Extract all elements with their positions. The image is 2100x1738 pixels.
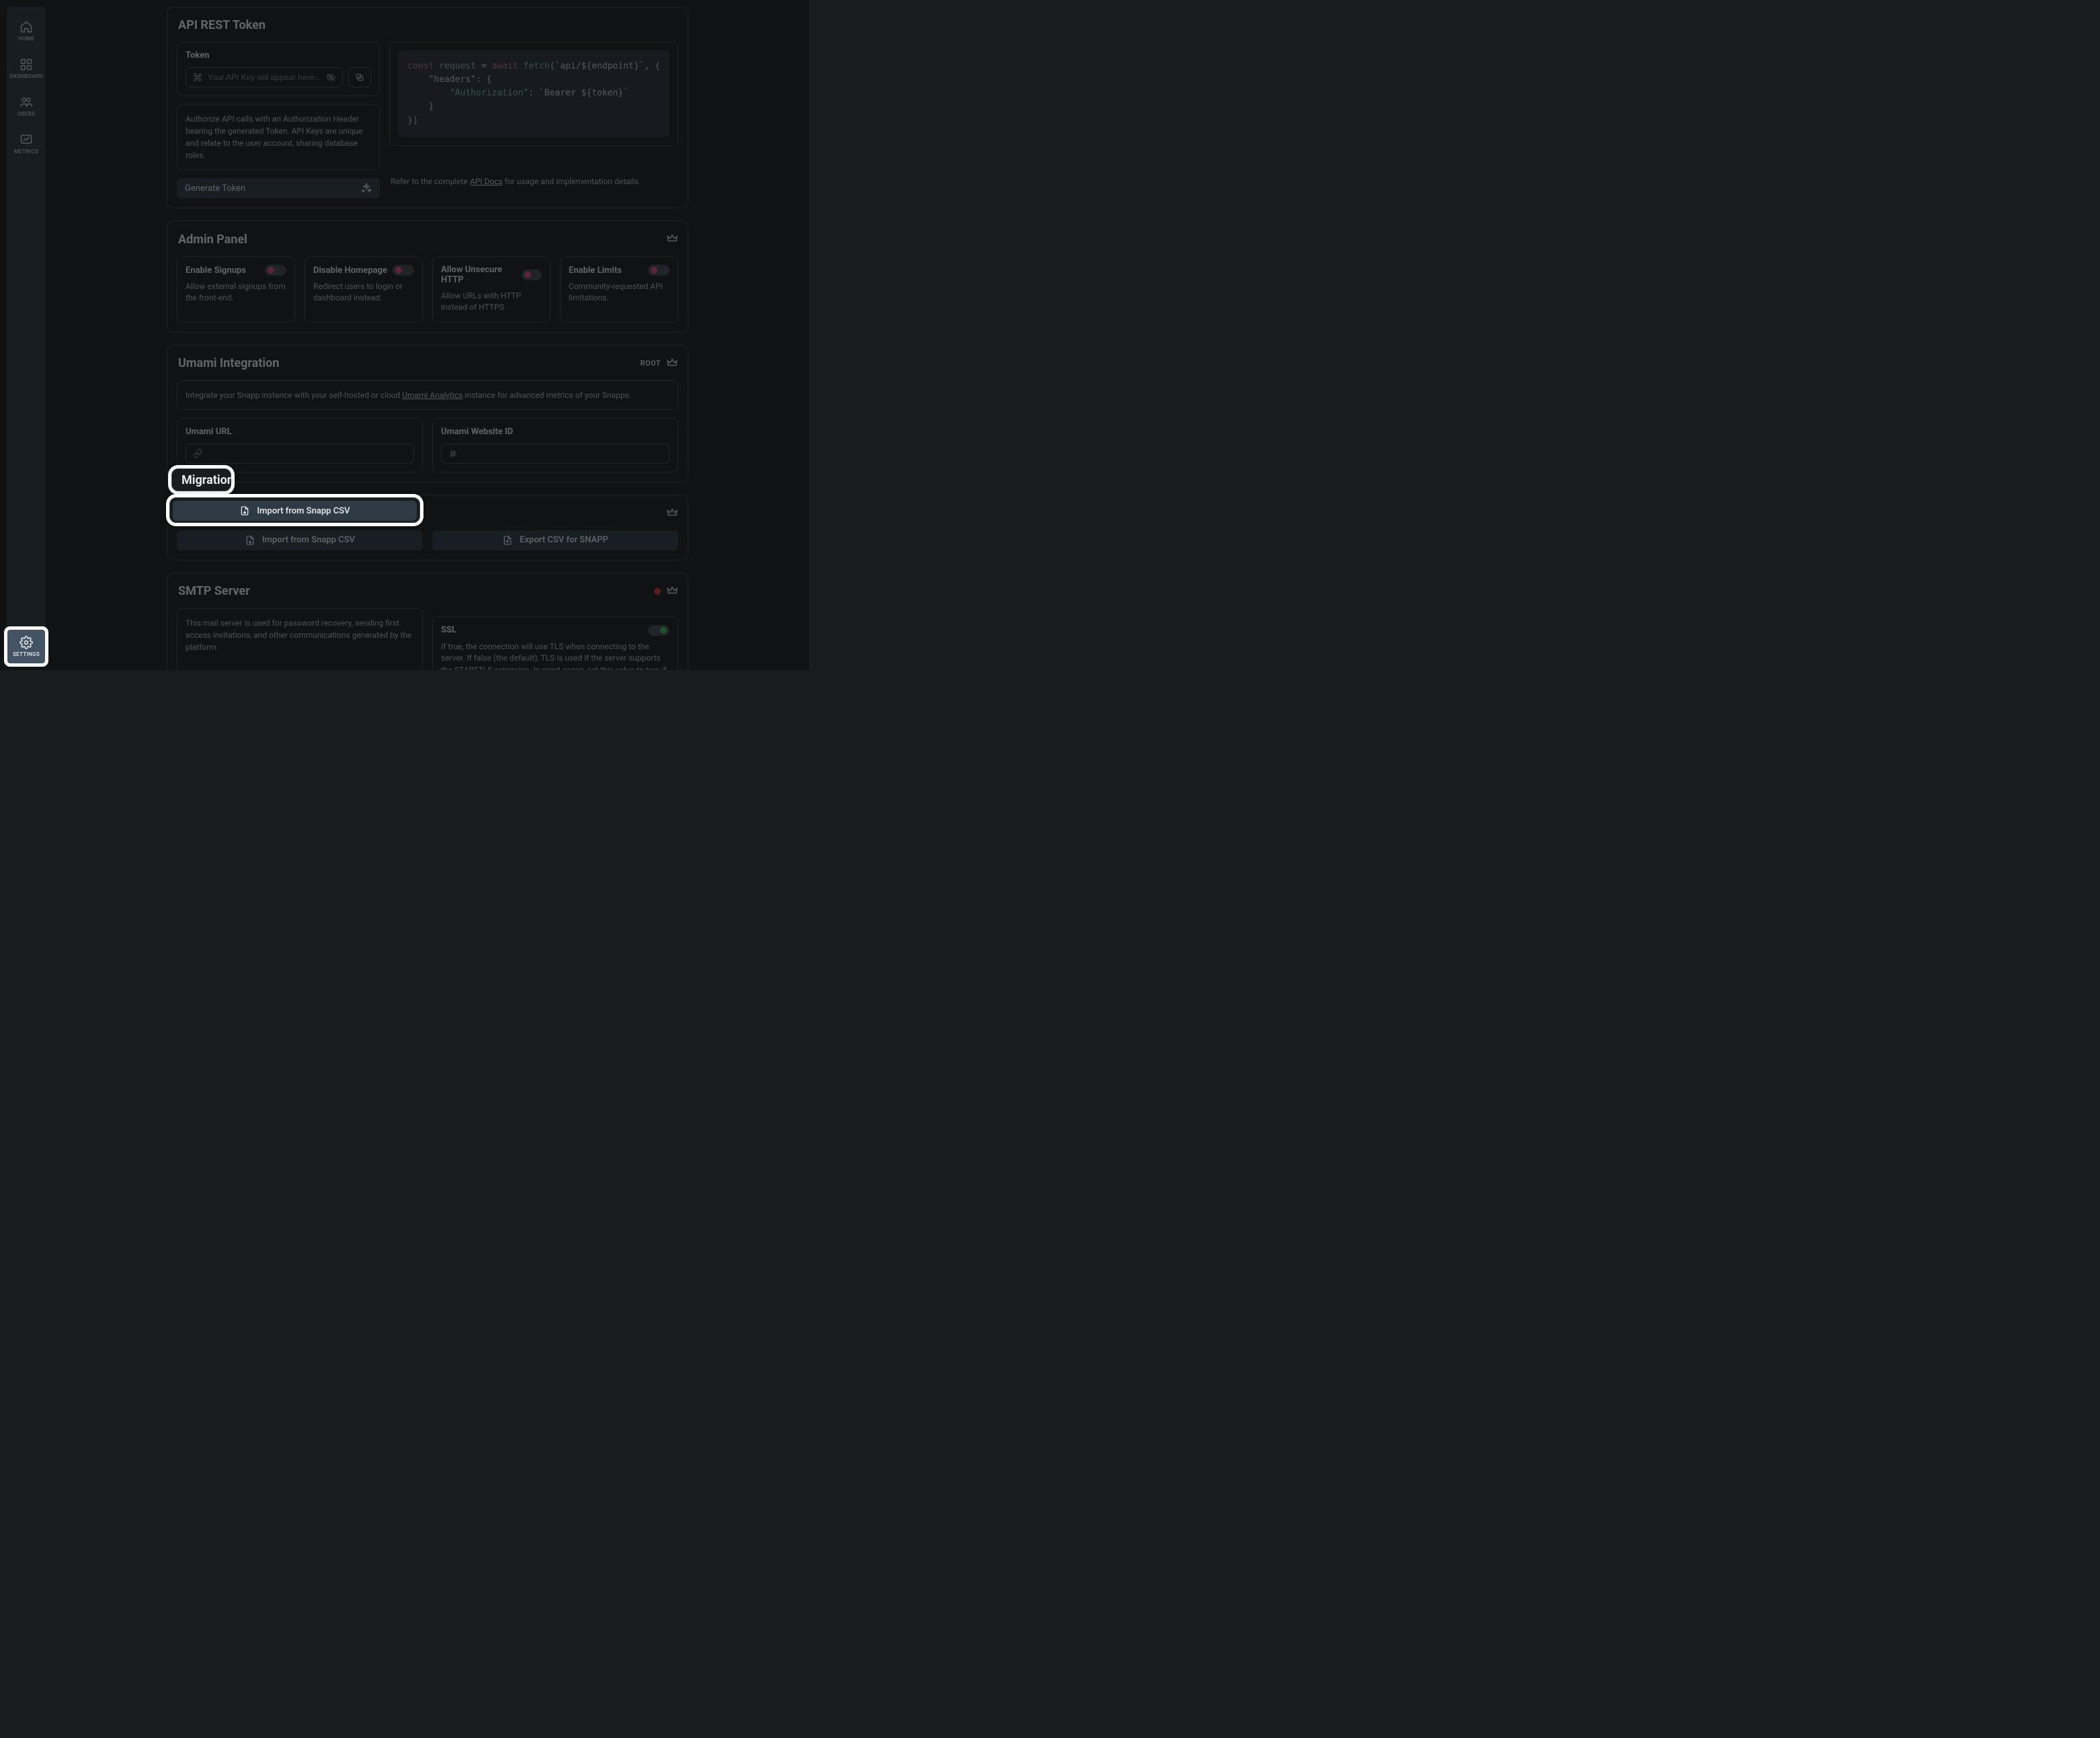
nav-dashboard-label: DASHBOARD <box>9 73 43 79</box>
highlight-migration-title: Migration <box>171 468 231 491</box>
token-input[interactable] <box>208 73 321 82</box>
code-block: const request = await fetch(`api/${endpo… <box>398 50 670 137</box>
toggle-disable-homepage-switch[interactable] <box>393 265 414 276</box>
highlight-import-button: Import from Snapp CSV <box>169 497 420 523</box>
api-panel-title: API REST Token <box>177 18 266 32</box>
admin-title: Admin Panel <box>177 233 247 247</box>
ssl-label: SSL <box>441 625 456 635</box>
import-csv-button-under[interactable]: Import from Snapp CSV <box>177 530 423 550</box>
token-desc-card: Authorize API calls with an Authorizatio… <box>177 104 380 170</box>
generate-token-label: Generate Token <box>185 183 245 194</box>
copy-icon <box>355 73 364 82</box>
nav-dashboard[interactable]: DASHBOARD <box>7 50 46 87</box>
ssl-desc: If true, the connection will use TLS whe… <box>441 641 670 670</box>
export-csv-button[interactable]: Export CSV for SNAPP <box>432 530 678 550</box>
umami-analytics-link[interactable]: Umami Analytics <box>402 390 462 400</box>
umami-url-card: Umami URL <box>177 418 423 472</box>
umami-url-input-wrapper <box>186 444 414 464</box>
copy-token-button[interactable] <box>348 67 371 87</box>
code-sample-card: const request = await fetch(`api/${endpo… <box>389 42 678 146</box>
users-icon <box>19 95 33 109</box>
umami-url-label: Umami URL <box>186 427 414 437</box>
toggle-enable-signups: Enable Signups Allow external signups fr… <box>177 256 295 323</box>
token-desc: Authorize API calls with an Authorizatio… <box>186 113 371 161</box>
umami-title: Umami Integration <box>177 356 279 370</box>
command-icon <box>193 73 202 82</box>
crown-icon <box>666 584 678 599</box>
umami-id-input[interactable] <box>463 449 662 458</box>
main-content: API REST Token Token <box>52 0 803 670</box>
grid-icon <box>19 58 33 71</box>
umami-url-input[interactable] <box>208 449 407 458</box>
umami-id-input-wrapper <box>441 444 670 464</box>
crown-icon <box>666 232 678 247</box>
nav-users-label: USERS <box>17 111 35 117</box>
panel-api-token: API REST Token Token <box>167 7 688 208</box>
root-tag: ROOT <box>640 359 661 368</box>
ssl-toggle[interactable] <box>648 625 670 636</box>
nav-metrics[interactable]: METRICS <box>7 125 46 163</box>
smtp-status-dot <box>654 588 661 595</box>
toggle-enable-signups-switch[interactable] <box>265 265 286 276</box>
toggle-disable-homepage: Disable Homepage Redirect users to login… <box>305 256 423 323</box>
umami-id-label: Umami Website ID <box>441 427 670 437</box>
eye-off-icon[interactable] <box>326 73 335 82</box>
toggle-enable-limits: Enable Limits Community-requested API li… <box>560 256 678 323</box>
panel-umami: Umami Integration ROOT Integrate your Sn… <box>167 345 688 483</box>
csv-import-icon <box>245 535 255 546</box>
panel-smtp: SMTP Server This mail server is used for… <box>167 573 688 670</box>
token-field-card: Token <box>177 42 380 96</box>
api-docs-line: Refer to the complete API Docs for usage… <box>389 175 678 188</box>
home-icon <box>19 20 33 34</box>
generate-token-button[interactable]: Generate Token <box>177 178 380 198</box>
import-csv-button[interactable]: Import from Snapp CSV <box>173 501 417 521</box>
gear-icon <box>19 636 33 649</box>
nav-metrics-label: METRICS <box>14 149 38 155</box>
smtp-ssl-card: SSL If true, the connection will use TLS… <box>432 616 678 670</box>
nav-home[interactable]: HOME <box>7 12 46 50</box>
nav-home-label: HOME <box>18 36 34 42</box>
api-docs-link[interactable]: API Docs <box>470 177 503 186</box>
umami-desc: Integrate your Snapp instance with your … <box>186 389 670 401</box>
toggle-enable-limits-switch[interactable] <box>648 265 670 276</box>
csv-export-icon <box>502 535 513 546</box>
crown-icon <box>666 356 678 371</box>
toggle-allow-http: Allow Unsecure HTTP Allow URLs with HTTP… <box>432 256 551 323</box>
toggle-allow-http-switch[interactable] <box>522 270 542 280</box>
crown-icon <box>666 506 678 521</box>
nav-users[interactable]: USERS <box>7 87 46 125</box>
smtp-desc-card: This mail server is used for password re… <box>177 608 423 670</box>
metrics-icon <box>19 133 33 147</box>
smtp-title: SMTP Server <box>177 584 250 598</box>
sparkle-icon <box>361 183 372 194</box>
highlight-settings-nav[interactable]: SETTINGS <box>7 630 45 663</box>
token-input-wrapper <box>186 67 343 87</box>
token-label: Token <box>186 50 371 60</box>
csv-import-icon <box>239 505 250 516</box>
smtp-desc: This mail server is used for password re… <box>186 617 414 653</box>
hash-icon <box>448 449 458 458</box>
umami-id-card: Umami Website ID <box>432 418 678 472</box>
link-icon <box>193 449 202 458</box>
panel-admin: Admin Panel Enable Signups Allow externa… <box>167 220 688 333</box>
sidebar: HOME DASHBOARD USERS METRICS SETTINGS <box>7 7 46 663</box>
